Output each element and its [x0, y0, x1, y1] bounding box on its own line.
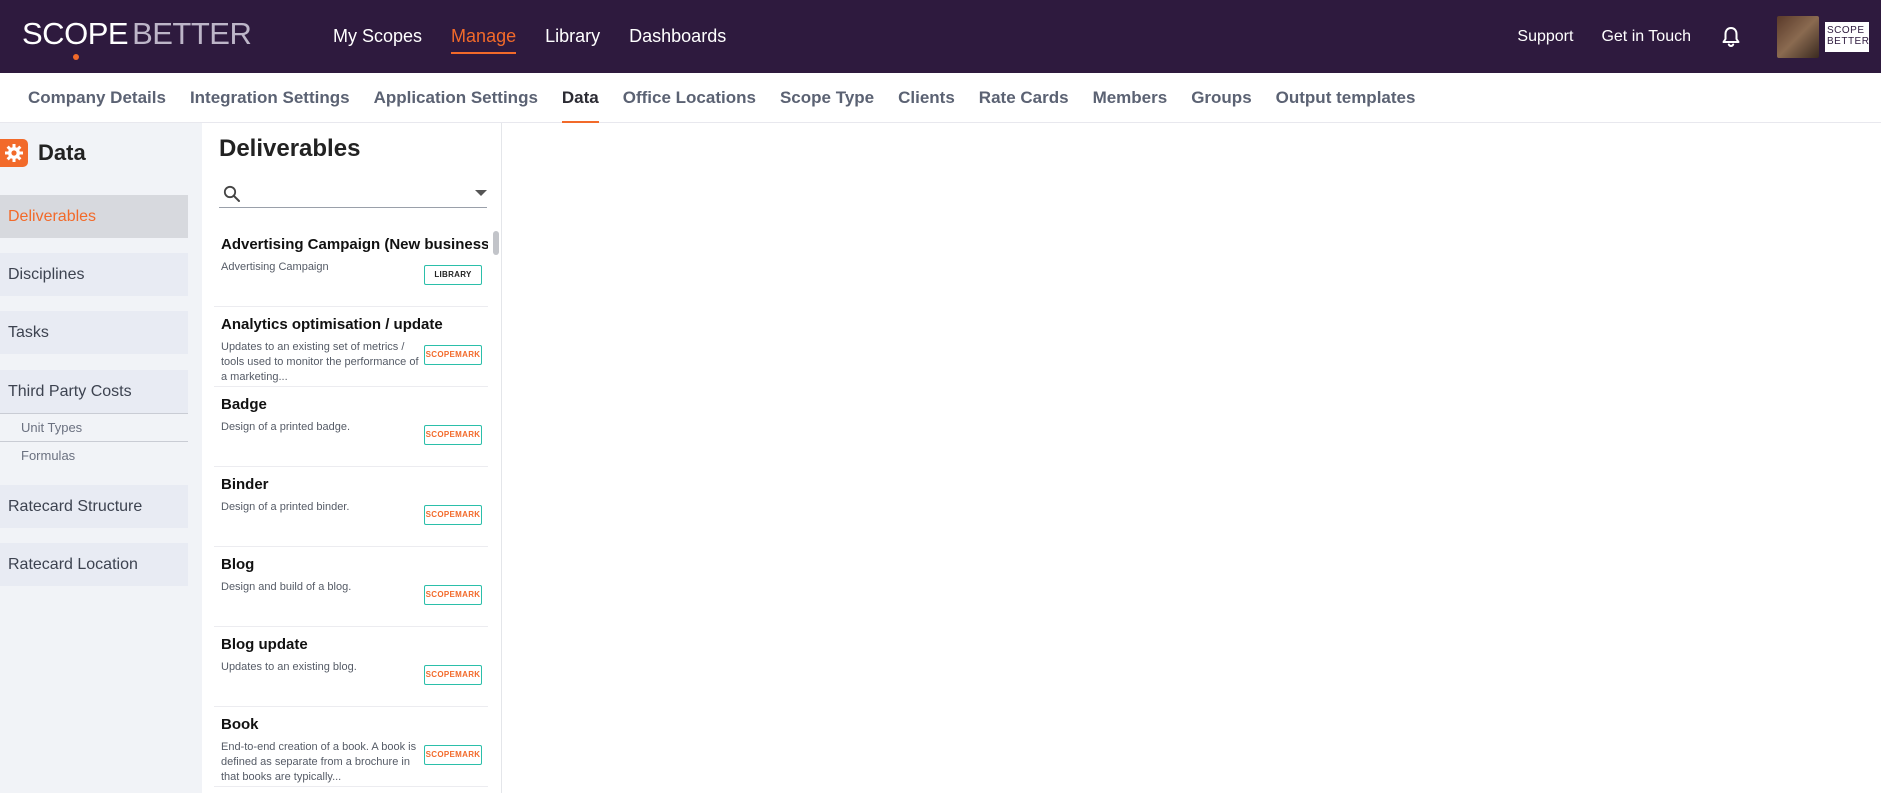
item-description: Updates to an existing blog. [221, 661, 357, 673]
panel-title: Deliverables [219, 135, 361, 162]
deliverables-panel: Deliverables Advertising Campaign (New b… [202, 123, 502, 793]
list-scrollbar[interactable] [492, 227, 500, 793]
tab-scope-type[interactable]: Scope Type [780, 73, 874, 123]
nav-my-scopes[interactable]: My Scopes [333, 20, 422, 53]
nav-library[interactable]: Library [545, 20, 600, 53]
logo-text-3: BETTER [132, 16, 252, 51]
gear-icon [0, 139, 28, 167]
tab-clients[interactable]: Clients [898, 73, 955, 123]
scopemark-badge: SCOPEMARK [424, 425, 482, 445]
item-title: Advertising Campaign (New business) [221, 236, 488, 253]
library-badge: LIBRARY [424, 265, 482, 285]
support-link[interactable]: Support [1517, 28, 1573, 46]
tab-integration-settings[interactable]: Integration Settings [190, 73, 350, 123]
item-title: Blog update [221, 636, 308, 653]
list-item[interactable]: Blog update Updates to an existing blog.… [214, 627, 488, 707]
manage-subnav: Company Details Integration Settings App… [0, 73, 1881, 123]
item-title: Badge [221, 396, 267, 413]
tab-groups[interactable]: Groups [1191, 73, 1251, 123]
company-logo-line2: BETTER [1827, 35, 1870, 47]
item-title: Analytics optimisation / update [221, 316, 443, 333]
item-description: Advertising Campaign [221, 261, 329, 273]
scopemark-badge: SCOPEMARK [424, 665, 482, 685]
tab-company-details[interactable]: Company Details [28, 73, 166, 123]
sidebar-header: Data [0, 139, 86, 167]
item-description: Design of a printed badge. [221, 421, 351, 433]
deliverables-list: Advertising Campaign (New business) Adve… [214, 227, 488, 793]
item-description: Design of a printed binder. [221, 501, 350, 513]
sidebar-item-deliverables[interactable]: Deliverables [0, 195, 188, 238]
company-logo[interactable]: SCOPE BETTER [1825, 21, 1870, 52]
tab-output-templates[interactable]: Output templates [1276, 73, 1416, 123]
item-description: End-to-end creation of a book. A book is… [221, 741, 417, 783]
search-box [219, 179, 487, 208]
tab-application-settings[interactable]: Application Settings [374, 73, 538, 123]
scopemark-badge: SCOPEMARK [424, 745, 482, 765]
get-in-touch-link[interactable]: Get in Touch [1601, 28, 1691, 46]
list-item[interactable]: Book End-to-end creation of a book. A bo… [214, 707, 488, 787]
list-item[interactable]: Binder Design of a printed binder. SCOPE… [214, 467, 488, 547]
sidebar-item-disciplines[interactable]: Disciplines [0, 253, 188, 296]
detail-area [502, 123, 1881, 793]
item-title: Binder [221, 476, 269, 493]
list-item[interactable]: Analytics optimisation / update Updates … [214, 307, 488, 387]
search-input[interactable] [247, 181, 457, 205]
item-title: Book [221, 716, 259, 733]
company-logo-line1: SCOPE [1827, 24, 1865, 36]
sidebar-item-ratecard-location[interactable]: Ratecard Location [0, 543, 188, 586]
search-icon [223, 185, 240, 202]
tab-data[interactable]: Data [561, 73, 599, 123]
scopemark-badge: SCOPEMARK [424, 585, 482, 605]
chevron-down-icon[interactable] [475, 190, 487, 196]
sidebar-item-ratecard-structure[interactable]: Ratecard Structure [0, 485, 188, 528]
scopebetter-logo[interactable]: SC O PE BETTER [22, 14, 252, 60]
scopemark-badge: SCOPEMARK [424, 345, 482, 365]
list-item[interactable]: Advertising Campaign (New business) Adve… [214, 227, 488, 307]
nav-dashboards[interactable]: Dashboards [629, 20, 726, 53]
logo-text-1: SC [22, 16, 65, 51]
list-item[interactable]: Blog Design and build of a blog. SCOPEMA… [214, 547, 488, 627]
logo-text-2: PE [87, 16, 129, 51]
sidebar-title: Data [38, 140, 86, 165]
tab-rate-cards[interactable]: Rate Cards [979, 73, 1069, 123]
item-description: Design and build of a blog. [221, 581, 352, 593]
top-bar: SC O PE BETTER My Scopes Manage Library Das… [0, 0, 1881, 73]
sidebar-item-tasks[interactable]: Tasks [0, 311, 188, 354]
scrollbar-thumb[interactable] [493, 231, 499, 255]
scopemark-badge: SCOPEMARK [424, 505, 482, 525]
logo-text-o: O [64, 16, 88, 60]
tab-office-locations[interactable]: Office Locations [623, 73, 756, 123]
item-title: Blog [221, 556, 255, 573]
right-nav: Support Get in Touch SCOPE BETTER [1517, 0, 1881, 73]
nav-manage[interactable]: Manage [451, 20, 517, 54]
data-sidebar: Data Deliverables Disciplines Tasks Thir… [0, 123, 202, 793]
bell-icon[interactable] [1719, 25, 1743, 49]
user-avatar[interactable] [1777, 15, 1819, 58]
list-item[interactable]: Badge Design of a printed badge. SCOPEMA… [214, 387, 488, 467]
sidebar-item-third-party-costs[interactable]: Third Party Costs [0, 370, 188, 413]
main-nav: My Scopes Manage Library Dashboards [333, 0, 755, 73]
tab-members[interactable]: Members [1093, 73, 1168, 123]
sidebar-subitem-unit-types[interactable]: Unit Types [0, 413, 188, 441]
sidebar-subitem-formulas[interactable]: Formulas [0, 441, 188, 469]
item-description: Updates to an existing set of metrics / … [221, 341, 419, 383]
